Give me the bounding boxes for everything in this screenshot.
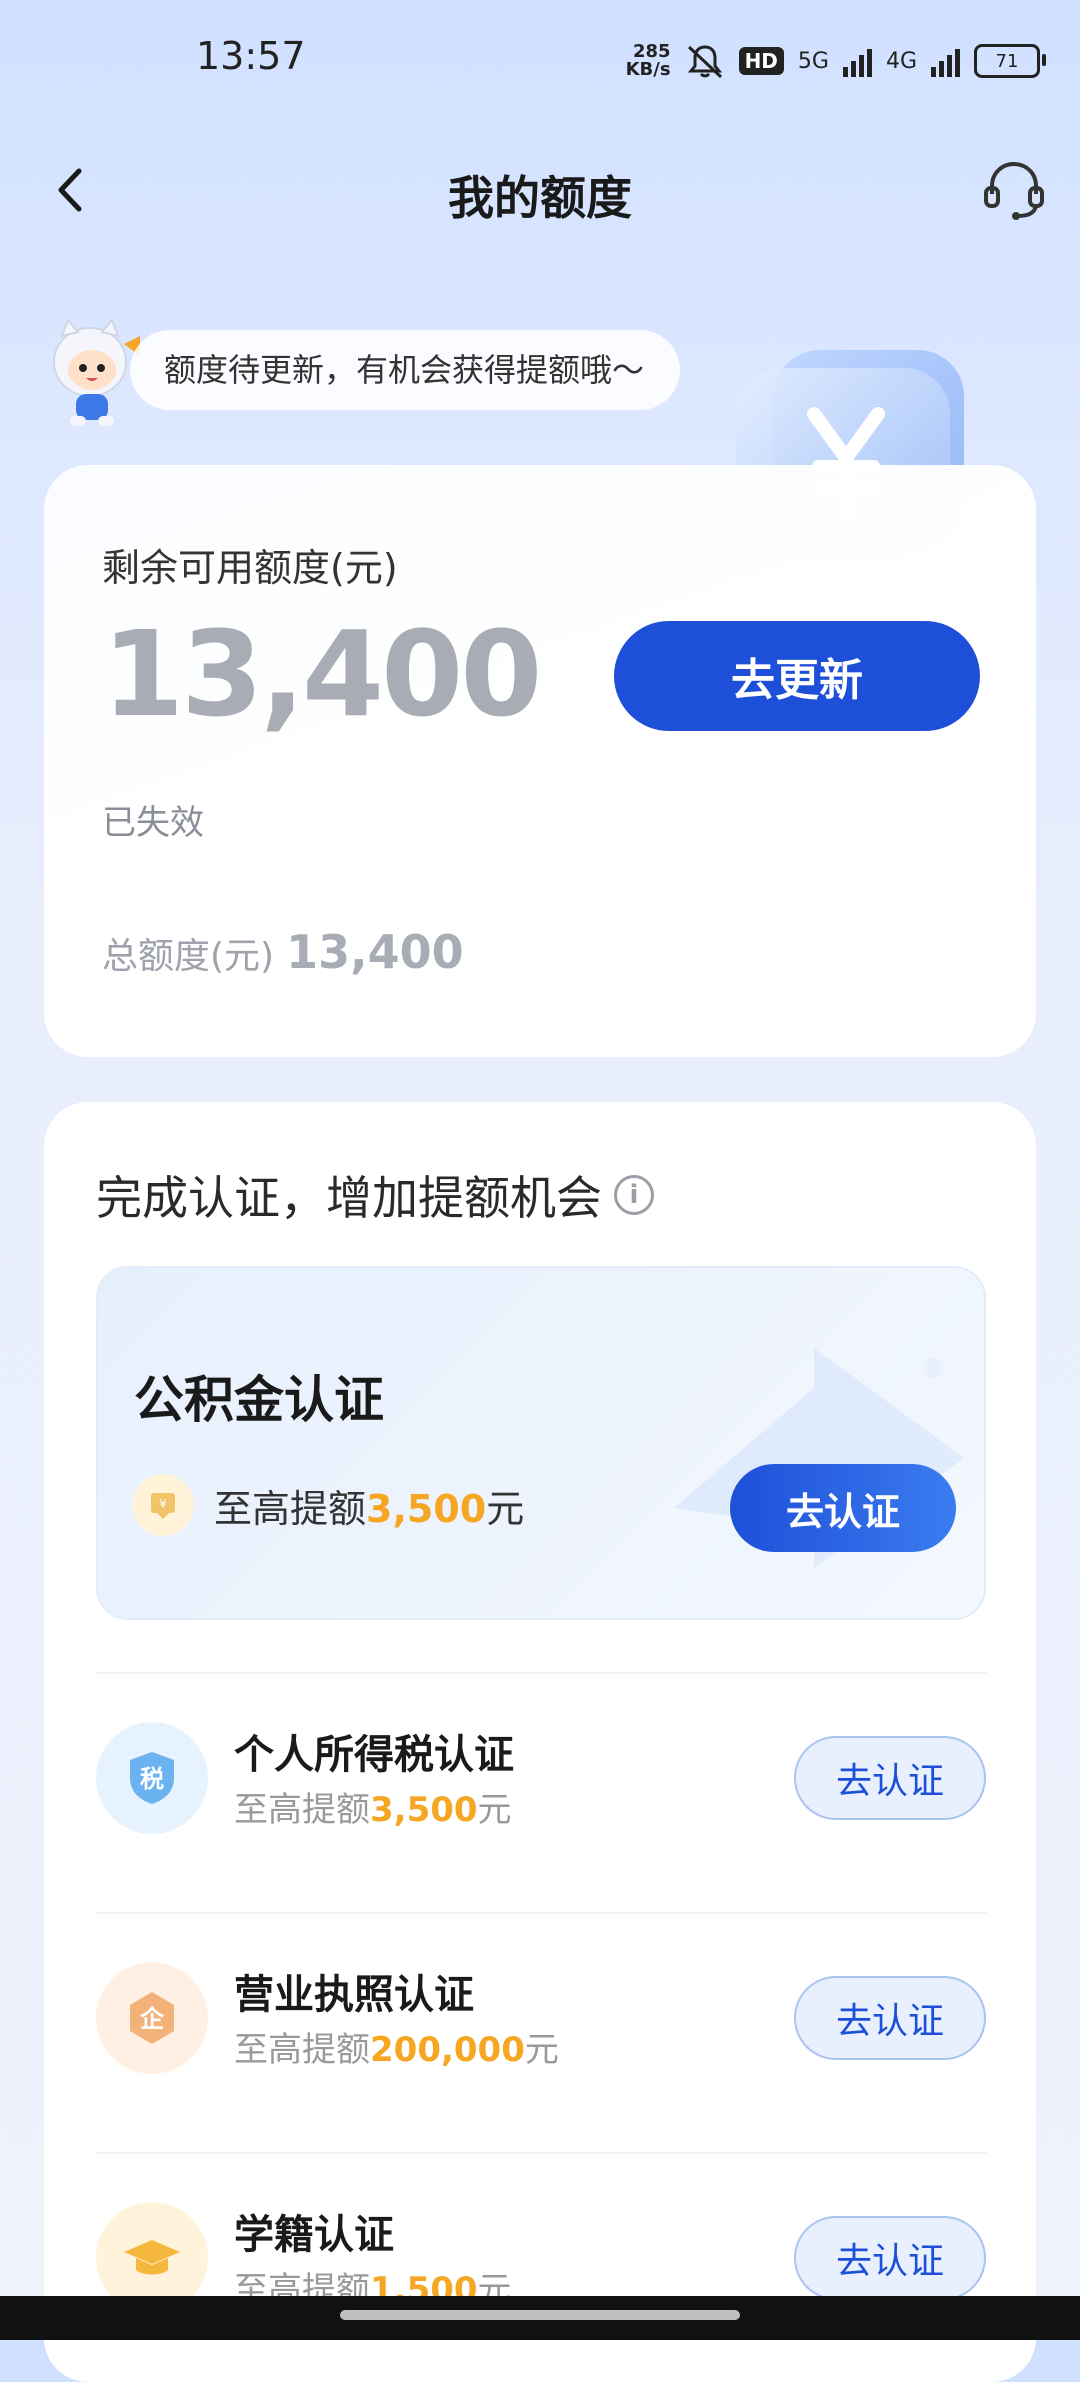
svg-text:¥: ¥ xyxy=(159,1497,167,1511)
shield-icon: 税 xyxy=(130,1752,174,1804)
status-icons: 285 KB/s HD 5G 4G 71 xyxy=(625,34,1046,88)
hexagon-icon: 企 xyxy=(130,1992,174,2044)
list-item-business-license[interactable]: 企 营业执照认证 至高提额200,000元 去认证 xyxy=(96,1940,986,2090)
update-tip: 额度待更新，有机会获得提额哦～ xyxy=(40,310,740,426)
list-item-title: 个人所得税认证 xyxy=(234,1732,514,1778)
list-item-title: 学籍认证 xyxy=(234,2212,394,2258)
business-icon: 企 xyxy=(96,1962,208,2074)
home-indicator[interactable] xyxy=(340,2310,740,2320)
nav-bar: 我的额度 xyxy=(0,150,1080,232)
update-button[interactable]: 去更新 xyxy=(614,621,980,731)
signal-icon xyxy=(842,45,872,77)
list-item-title: 营业执照认证 xyxy=(234,1972,474,2018)
total-credit-label: 总额度(元) xyxy=(102,936,275,977)
status-time: 13:57 xyxy=(196,34,306,78)
verify-business-license-button[interactable]: 去认证 xyxy=(794,1976,986,2060)
credit-status: 已失效 xyxy=(102,803,204,843)
available-credit-label: 剩余可用额度(元) xyxy=(102,546,398,590)
total-credit: 总额度(元) 13,400 xyxy=(102,925,464,979)
divider xyxy=(96,2152,986,2154)
divider xyxy=(96,1912,986,1914)
mute-icon xyxy=(687,45,722,79)
network-speed: 285 KB/s xyxy=(625,41,671,80)
available-credit-amount: 13,400 xyxy=(102,605,542,743)
signal-5g-label: 5G xyxy=(797,48,829,74)
credit-limit-card: 剩余可用额度(元) 13,400 去更新 已失效 总额度(元) 13,400 xyxy=(44,465,1036,1057)
info-icon[interactable]: i xyxy=(614,1175,654,1215)
total-credit-value: 13,400 xyxy=(286,925,464,979)
status-bar: 13:57 285 KB/s HD 5G 4G 71 xyxy=(0,0,1080,120)
verification-card: 完成认证，增加提额机会 i 公积金认证 ¥ 至高提额3,500元 去认证 税 个… xyxy=(44,1102,1036,2382)
signal-icon xyxy=(931,45,960,77)
featured-subtitle: 至高提额3,500元 xyxy=(214,1487,525,1531)
gesture-bar xyxy=(0,2296,1080,2340)
verification-title-text: 完成认证，增加提额机会 xyxy=(96,1171,602,1225)
battery-icon: 71 xyxy=(974,44,1046,78)
graduation-cap-icon xyxy=(124,2240,180,2275)
featured-title: 公积金认证 xyxy=(134,1371,384,1429)
verification-title: 完成认证，增加提额机会 i xyxy=(96,1162,654,1228)
verify-housing-fund-button[interactable]: 去认证 xyxy=(730,1464,956,1552)
arrow-decoration-icon xyxy=(674,1348,964,1568)
svg-text:企: 企 xyxy=(140,2005,165,2033)
tax-icon: 税 xyxy=(96,1722,208,1834)
verify-income-tax-button[interactable]: 去认证 xyxy=(794,1736,986,1820)
badge-icon: ¥ xyxy=(151,1493,175,1519)
list-item-subtitle: 至高提额3,500元 xyxy=(234,1790,512,1830)
verify-education-button[interactable]: 去认证 xyxy=(794,2216,986,2300)
tip-text: 额度待更新，有机会获得提额哦～ xyxy=(130,330,681,410)
headset-icon xyxy=(984,161,1044,220)
divider xyxy=(96,1672,986,1674)
signal-4g-label: 4G xyxy=(885,48,917,74)
page-title: 我的额度 xyxy=(448,171,632,225)
featured-verification-housing-fund[interactable]: 公积金认证 ¥ 至高提额3,500元 去认证 xyxy=(96,1266,986,1620)
featured-amount: 3,500 xyxy=(366,1487,487,1531)
list-item-income-tax[interactable]: 税 个人所得税认证 至高提额3,500元 去认证 xyxy=(96,1700,986,1850)
hd-badge: HD xyxy=(738,47,784,75)
list-item-subtitle: 至高提额200,000元 xyxy=(234,2030,559,2070)
coin-icon: ¥ xyxy=(132,1474,194,1536)
svg-text:税: 税 xyxy=(140,1765,164,1793)
customer-service-button[interactable] xyxy=(978,154,1050,226)
